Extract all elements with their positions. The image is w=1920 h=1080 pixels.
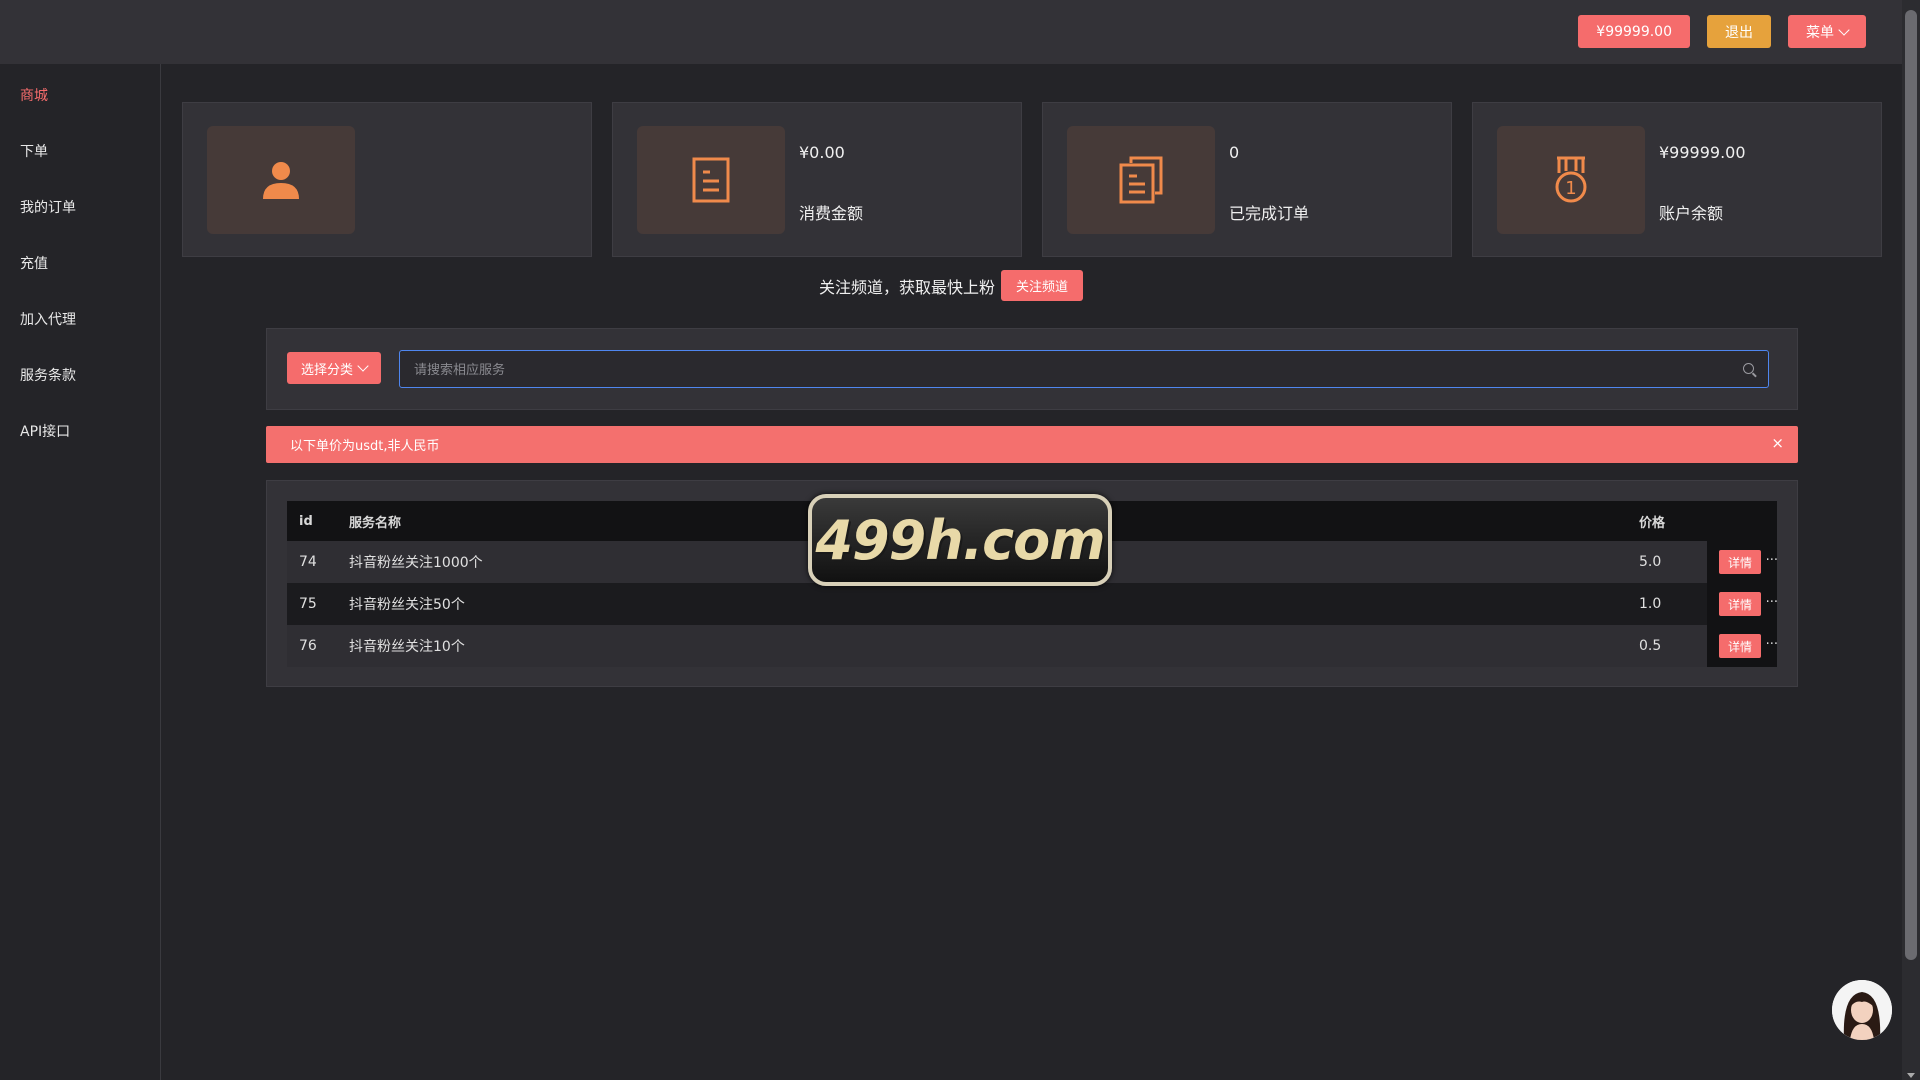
cell-actions: 详情 ...	[1707, 583, 1778, 625]
cell-name: 抖音粉丝关注10个	[349, 639, 465, 655]
sidebar-item-place-order[interactable]: 下单	[0, 128, 160, 184]
sidebar-item-join-agent[interactable]: 加入代理	[0, 296, 160, 352]
stat-card-user	[182, 102, 592, 257]
detail-button[interactable]: 详情	[1719, 634, 1762, 658]
top-bar: ¥99999.00 退出 菜单	[0, 0, 1902, 64]
cell-price: 0.5	[1639, 638, 1662, 654]
overflow-ellipsis: ...	[1765, 633, 1778, 648]
close-icon[interactable]: ×	[1771, 434, 1784, 452]
stat-card-balance: 1 ¥99999.00 账户余额	[1472, 102, 1882, 257]
stat-label-spent: 消费金额	[799, 204, 864, 223]
follow-channel-bar: 关注频道，获取最快上粉 关注频道	[0, 270, 1902, 301]
sidebar-item-api[interactable]: API接口	[0, 408, 160, 464]
document-icon	[637, 126, 785, 234]
category-select-label: 选择分类	[301, 362, 354, 378]
follow-channel-button[interactable]: 关注频道	[1001, 270, 1084, 301]
stat-label-balance: 账户余额	[1659, 204, 1724, 223]
overflow-ellipsis: ...	[1765, 591, 1778, 606]
sidebar-item-terms[interactable]: 服务条款	[0, 352, 160, 408]
balance-button[interactable]: ¥99999.00	[1578, 15, 1690, 48]
logout-button[interactable]: 退出	[1707, 15, 1771, 48]
search-input[interactable]	[412, 351, 1726, 389]
cell-price: 1.0	[1639, 596, 1662, 612]
stat-value-balance: ¥99999.00	[1659, 143, 1746, 162]
category-select-button[interactable]: 选择分类	[287, 352, 382, 384]
currency-notice-alert: 以下单价为usdt,非人民币 ×	[266, 426, 1798, 463]
follow-channel-text: 关注频道，获取最快上粉	[818, 277, 995, 297]
sidebar: 商城 下单 我的订单 充值 加入代理 服务条款 API接口	[0, 64, 161, 1080]
cell-id: 74	[299, 554, 317, 570]
cell-actions: 详情 ...	[1707, 541, 1778, 583]
svg-text:1: 1	[1565, 178, 1576, 199]
stat-value-spent: ¥0.00	[799, 143, 845, 162]
table-row[interactable]: 76 抖音粉丝关注10个 0.5 详情 ...	[287, 625, 1778, 667]
stat-label-orders: 已完成订单	[1229, 204, 1310, 223]
scroll-down-arrow-icon[interactable]	[1907, 1073, 1915, 1078]
chevron-down-icon	[1838, 23, 1850, 36]
cell-name: 抖音粉丝关注50个	[349, 597, 465, 613]
stat-card-spent: ¥0.00 消费金额	[612, 102, 1022, 257]
sidebar-item-shop[interactable]: 商城	[0, 72, 160, 128]
watermark-text: 499h.com	[815, 508, 1105, 572]
chevron-down-icon	[357, 360, 369, 372]
menu-button-label: 菜单	[1806, 24, 1834, 41]
scrollbar-thumb[interactable]	[1905, 10, 1917, 960]
detail-button[interactable]: 详情	[1719, 550, 1762, 574]
stat-value-orders: 0	[1229, 143, 1240, 162]
search-icon[interactable]	[1743, 363, 1754, 374]
cell-actions: 详情 ...	[1707, 625, 1778, 667]
support-avatar[interactable]	[1832, 980, 1892, 1040]
stat-card-orders: 0 已完成订单	[1042, 102, 1452, 257]
user-icon	[207, 126, 355, 234]
overflow-ellipsis: ...	[1765, 549, 1778, 564]
sidebar-item-my-orders[interactable]: 我的订单	[0, 184, 160, 240]
vertical-scrollbar[interactable]	[1902, 0, 1920, 1080]
menu-button[interactable]: 菜单	[1788, 15, 1866, 48]
cell-price: 5.0	[1639, 554, 1662, 570]
search-box	[399, 350, 1769, 389]
watermark-logo: 499h.com	[808, 494, 1112, 586]
top-actions: ¥99999.00 退出 菜单	[1578, 15, 1866, 48]
column-header-price[interactable]: 价格	[1639, 512, 1707, 531]
search-panel: 选择分类	[266, 328, 1798, 410]
cell-id: 76	[299, 638, 317, 654]
table-row[interactable]: 75 抖音粉丝关注50个 1.0 详情 ...	[287, 583, 1778, 625]
column-header-id[interactable]: id	[287, 514, 349, 529]
column-header-actions	[1707, 501, 1777, 541]
detail-button[interactable]: 详情	[1719, 592, 1762, 616]
alert-text: 以下单价为usdt,非人民币	[290, 439, 440, 454]
medal-icon: 1	[1497, 126, 1645, 234]
cell-id: 75	[299, 596, 317, 612]
copy-document-icon	[1067, 126, 1215, 234]
